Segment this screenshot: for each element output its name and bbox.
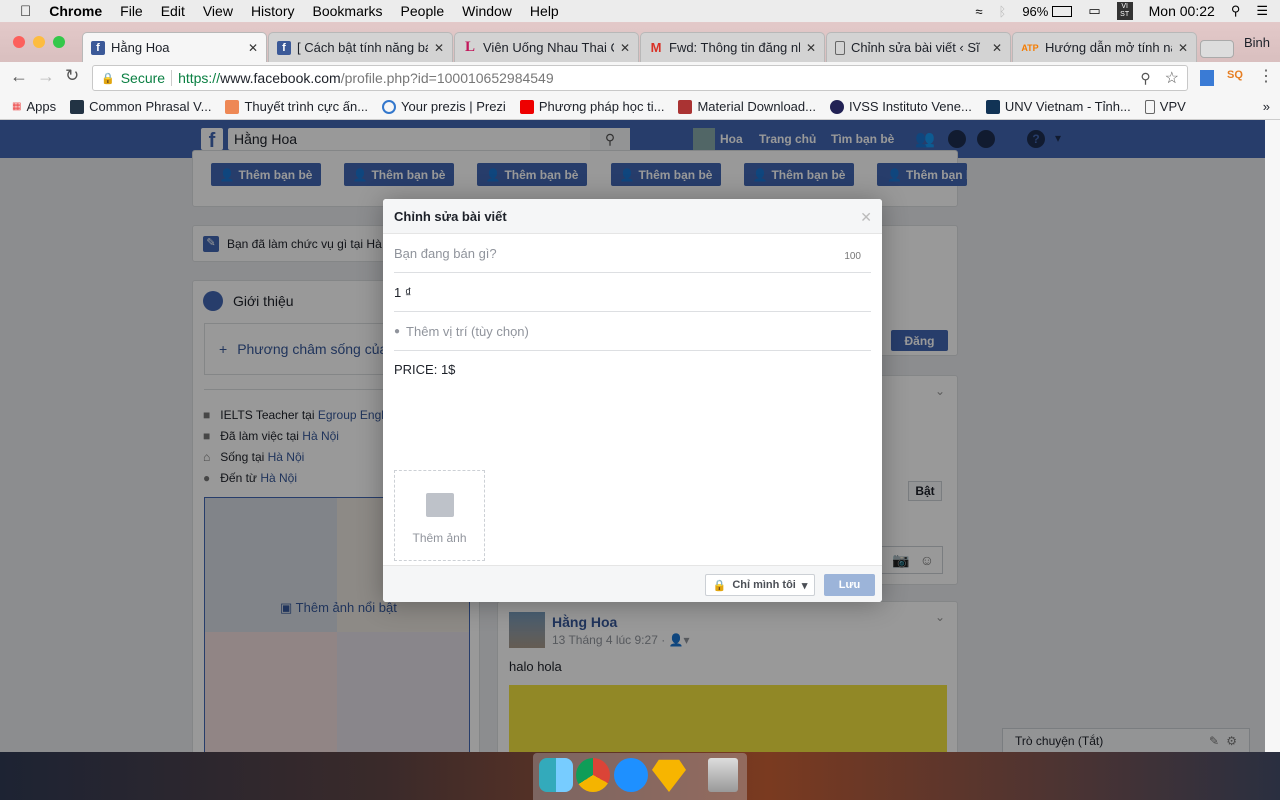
dialog-header: Chỉnh sửa bài viết ✕ — [383, 199, 882, 234]
url-host: www.facebook.com — [220, 70, 341, 86]
tab[interactable]: L Viên Uống Nhau Thai C ✕ — [454, 32, 639, 62]
char-count: 100 — [844, 251, 861, 262]
caret-down-icon: ▾ — [801, 579, 808, 592]
bookmark[interactable]: VPV — [1144, 99, 1186, 114]
maximize-window-button[interactable] — [53, 36, 65, 48]
location-pin-icon: ● — [394, 325, 401, 337]
back-icon[interactable]: ← — [10, 66, 28, 87]
privacy-selector[interactable]: 🔒 Chỉ mình tôi ▾ — [705, 574, 815, 596]
menu-app[interactable]: Chrome — [49, 3, 102, 19]
bookmark[interactable]: Common Phrasal V... — [70, 99, 211, 114]
new-tab-button[interactable] — [1200, 40, 1234, 58]
battery-icon[interactable] — [1052, 5, 1073, 17]
notification-center-icon[interactable]: ☰ — [1256, 3, 1268, 19]
bookmark-favicon-icon — [70, 99, 85, 114]
bookmarks-bar: ▦ Apps Common Phrasal V... Thuyết trình c… — [0, 94, 1280, 120]
save-button[interactable]: Lưu — [824, 574, 875, 596]
close-tab-icon[interactable]: ✕ — [620, 41, 630, 55]
bookmark[interactable]: Phương pháp học ti... — [519, 99, 664, 114]
description-textarea[interactable]: PRICE: 1$ — [394, 352, 871, 462]
document-icon — [835, 40, 845, 55]
tab[interactable]: ATP Hướng dẫn mở tính năn ✕ — [1012, 32, 1197, 62]
close-icon[interactable]: ✕ — [860, 209, 872, 226]
spotlight-icon[interactable]: ⚲ — [1231, 3, 1241, 19]
unv-icon — [985, 99, 1000, 114]
macos-menubar:  Chrome File Edit View History Bookmark… — [0, 0, 1280, 22]
apple-icon[interactable]:  — [20, 3, 31, 20]
input-source-icon[interactable]: VI ST — [1116, 2, 1133, 20]
bluetooth-icon[interactable]: ᛒ — [999, 4, 1007, 19]
close-tab-icon[interactable]: ✕ — [806, 41, 816, 55]
menu-view[interactable]: View — [203, 3, 233, 19]
profile-name[interactable]: Binh — [1244, 35, 1270, 50]
bookmark-apps[interactable]: ▦ Apps — [12, 99, 56, 114]
wifi-icon[interactable]: ≈ — [975, 4, 982, 19]
youtube-icon — [519, 99, 534, 114]
minimize-window-button[interactable] — [33, 36, 45, 48]
tab-hang-hoa[interactable]: f Hằng Hoa ✕ — [82, 32, 267, 62]
finder-icon[interactable] — [539, 758, 573, 792]
lock-icon: 🔒 — [101, 72, 115, 85]
bookmark[interactable]: UNV Vietnam - Tỉnh... — [985, 99, 1131, 114]
menu-history[interactable]: History — [251, 3, 295, 19]
bookmark-favicon-icon — [829, 99, 844, 114]
forward-icon[interactable]: → — [37, 66, 55, 87]
url-scheme: https:// — [178, 70, 221, 86]
atp-icon: ATP — [1021, 42, 1039, 53]
menu-bookmarks[interactable]: Bookmarks — [313, 3, 383, 19]
menu-window[interactable]: Window — [462, 3, 512, 19]
add-photo-icon — [425, 493, 454, 517]
trash-icon[interactable] — [708, 758, 738, 792]
bookmark[interactable]: Your prezis | Prezi — [382, 99, 506, 114]
prezi-icon — [382, 99, 397, 114]
edit-post-dialog: Chỉnh sửa bài viết ✕ Bạn đang bán gì? 10… — [383, 199, 882, 602]
close-tab-icon[interactable]: ✕ — [1178, 41, 1188, 55]
extension-sq-icon[interactable]: SQ — [1227, 69, 1243, 81]
zoom-icon[interactable]: ⚲ — [1140, 70, 1150, 87]
document-icon — [1144, 99, 1155, 114]
location-input[interactable]: ● Thêm vị trí (tùy chọn) — [394, 312, 871, 351]
bookmark-star-icon[interactable]: ☆ — [1165, 68, 1179, 88]
bookmark[interactable]: Material Download... — [678, 99, 816, 114]
bookmark[interactable]: Thuyết trình cực ấn... — [225, 99, 368, 114]
chrome-menu-icon[interactable]: ⋮ — [1258, 66, 1274, 86]
tab[interactable]: Chỉnh sửa bài viết ‹ Sĩ ✕ — [826, 32, 1011, 62]
more-bookmarks-icon[interactable]: » — [1263, 99, 1270, 114]
bookmark-favicon-icon — [678, 99, 693, 114]
chrome-icon[interactable] — [576, 758, 610, 792]
dialog-title: Chỉnh sửa bài viết — [394, 208, 507, 224]
close-window-button[interactable] — [13, 36, 25, 48]
menu-people[interactable]: People — [401, 3, 445, 19]
scrollbar[interactable] — [1265, 120, 1280, 752]
close-tab-icon[interactable]: ✕ — [434, 41, 444, 55]
reload-icon[interactable]: ↻ — [65, 66, 79, 86]
bookmark-favicon-icon — [225, 99, 240, 114]
gmail-icon: M — [650, 40, 662, 55]
l-logo-icon: L — [464, 39, 475, 55]
facebook-icon: f — [91, 40, 105, 55]
battery-percent[interactable]: 96% — [1022, 4, 1048, 19]
dialog-footer: 🔒 Chỉ mình tôi ▾ Lưu — [383, 565, 882, 602]
menu-help[interactable]: Help — [530, 3, 559, 19]
menu-file[interactable]: File — [120, 3, 143, 19]
tab[interactable]: f[ Cách bật tính năng bá ✕ — [268, 32, 453, 62]
lock-icon: 🔒 — [712, 579, 727, 592]
clock[interactable]: Mon 00:22 — [1149, 3, 1215, 19]
menu-edit[interactable]: Edit — [161, 3, 185, 19]
extension-icon[interactable] — [1200, 70, 1214, 86]
item-name-input[interactable]: Bạn đang bán gì? 100 — [394, 235, 871, 273]
secure-label: Secure — [120, 70, 166, 86]
close-tab-icon[interactable]: ✕ — [248, 41, 258, 55]
app-store-icon[interactable] — [614, 758, 648, 792]
tab[interactable]: M Fwd: Thông tin đăng nh ✕ — [640, 32, 825, 62]
bookmark[interactable]: IVSS Instituto Vene... — [829, 99, 972, 114]
add-photo-button[interactable]: Thêm ảnh — [394, 470, 485, 561]
close-tab-icon[interactable]: ✕ — [992, 41, 1002, 55]
facebook-icon: f — [277, 40, 291, 55]
price-input[interactable]: 1 ₫ — [394, 273, 871, 312]
airplay-icon[interactable]: ▭ — [1088, 3, 1100, 19]
address-bar[interactable]: 🔒 Secure https://www.facebook.com/profil… — [92, 65, 1188, 91]
url-path: /profile.php?id=100010652984549 — [340, 70, 554, 86]
apps-grid-icon: ▦ — [12, 101, 22, 112]
